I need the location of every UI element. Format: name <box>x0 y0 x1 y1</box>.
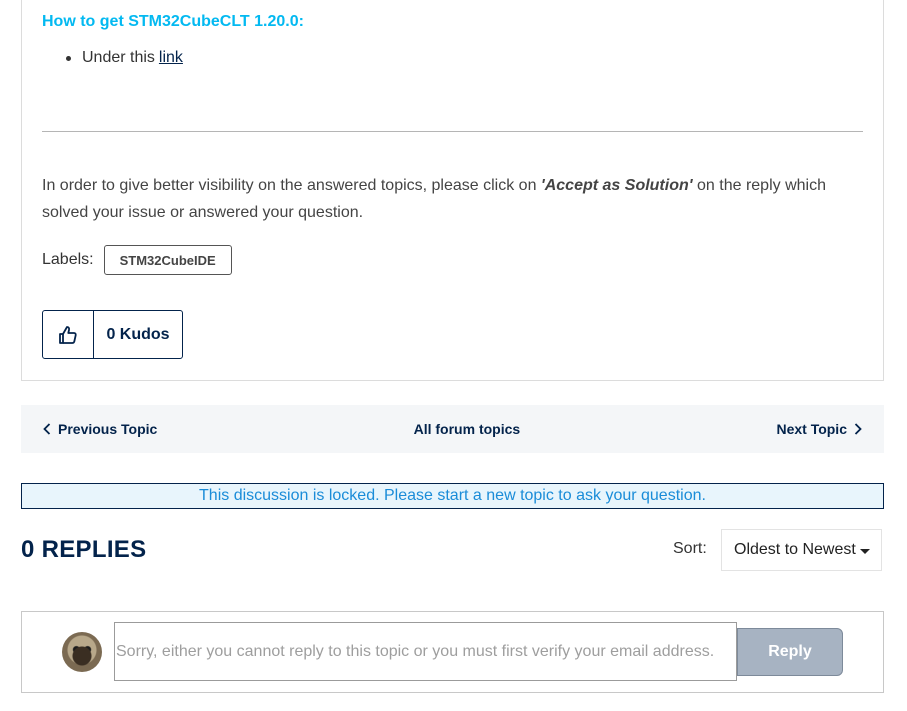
labels-caption: Labels: <box>42 251 94 268</box>
caret-down-icon <box>859 548 870 554</box>
kudos-count: 0 Kudos <box>106 325 170 343</box>
chevron-left-icon <box>43 423 51 435</box>
next-topic-link[interactable]: Next Topic <box>776 421 862 437</box>
next-topic-label: Next Topic <box>776 421 847 437</box>
replies-count-heading: 0 REPLIES <box>21 536 147 563</box>
stm32cubeclt-heading: How to get STM32CubeCLT 1.20.0: <box>42 13 304 30</box>
accept-solution-note: In order to give better visibility on th… <box>42 172 852 226</box>
sort-value: Oldest to Newest <box>734 541 856 558</box>
previous-topic-link[interactable]: Previous Topic <box>43 421 157 437</box>
bullet-text: Under this <box>82 49 155 66</box>
chevron-right-icon <box>854 423 862 435</box>
sort-dropdown[interactable]: Oldest to Newest <box>721 529 882 571</box>
locked-discussion-banner: This discussion is locked. Please start … <box>21 483 884 509</box>
thumbs-up-icon <box>59 325 77 344</box>
previous-topic-label: Previous Topic <box>58 421 158 437</box>
labels-row: Labels: STM32CubeIDE <box>42 245 232 275</box>
note-emphasis: 'Accept as Solution' <box>540 177 693 194</box>
reply-button[interactable]: Reply <box>737 628 843 676</box>
user-avatar <box>62 632 102 672</box>
bullet-dot <box>66 56 71 61</box>
bullet-item: Under this link <box>66 49 183 67</box>
note-text-before: In order to give better visibility on th… <box>42 177 541 194</box>
download-link[interactable]: link <box>159 49 183 67</box>
topic-navigation: Previous Topic All forum topics Next Top… <box>21 405 884 453</box>
sort-caption: Sort: <box>673 540 707 557</box>
label-chip-stm32cubeide[interactable]: STM32CubeIDE <box>103 245 232 275</box>
all-forum-topics-link[interactable]: All forum topics <box>414 421 521 437</box>
give-kudos-button[interactable] <box>43 311 94 358</box>
reply-input[interactable] <box>114 622 737 681</box>
divider <box>42 131 863 132</box>
kudos-widget: 0 Kudos <box>42 310 183 359</box>
